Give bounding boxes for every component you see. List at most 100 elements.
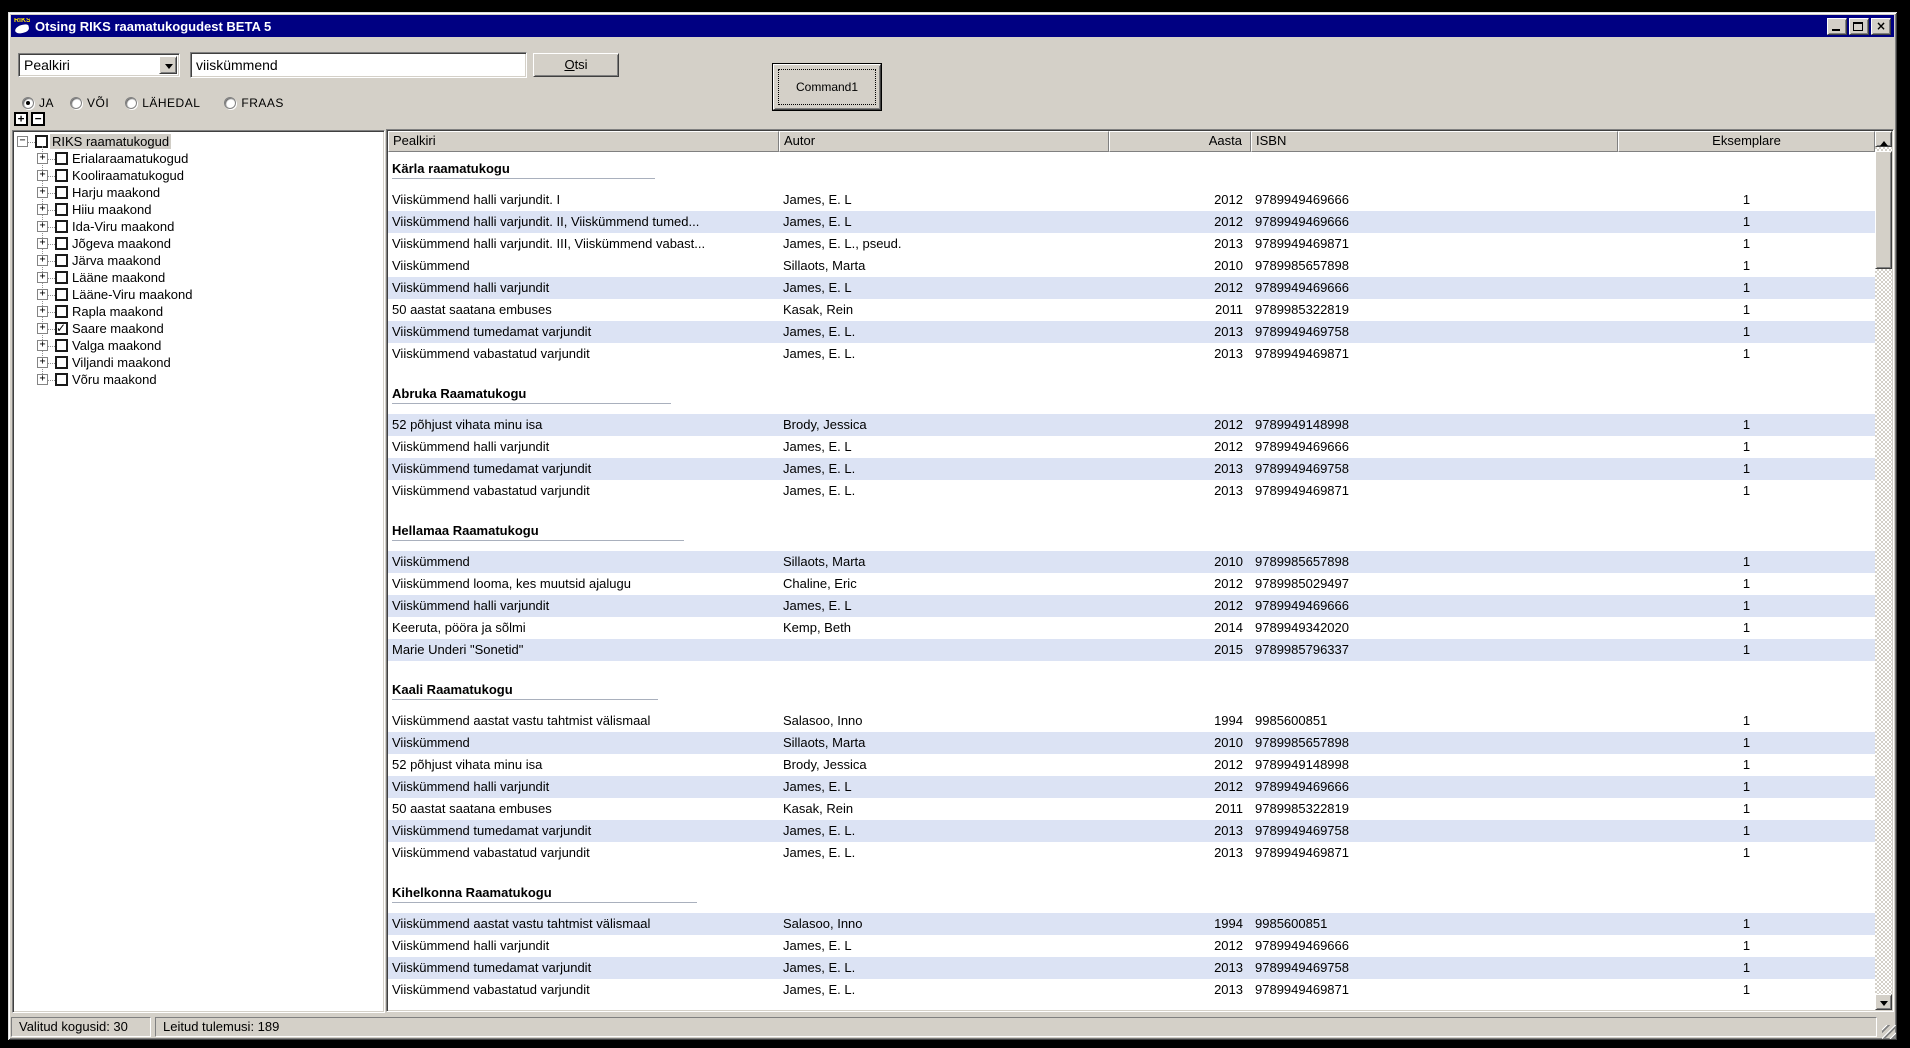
radio-fraas[interactable]: FRAAS [224, 96, 284, 110]
table-row[interactable]: Viiskümmend aastat vastu tahtmist välism… [388, 710, 1875, 732]
expand-toggle-icon[interactable]: + [37, 153, 48, 164]
tree-item-checkbox[interactable] [55, 288, 68, 301]
column-header-isbn[interactable]: ISBN [1251, 131, 1618, 152]
field-type-select[interactable]: Pealkiri [18, 53, 180, 77]
tree-item-checkbox[interactable] [55, 271, 68, 284]
table-row[interactable]: Viiskümmend tumedamat varjundit James, E… [388, 321, 1875, 343]
minimize-button[interactable] [1827, 18, 1847, 35]
column-header-pealkiri[interactable]: Pealkiri [388, 131, 779, 152]
tree-item[interactable]: + Järva maakond [17, 252, 384, 269]
tree-item[interactable]: + Ida-Viru maakond [17, 218, 384, 235]
tree-item-checkbox[interactable] [55, 356, 68, 369]
table-row[interactable]: Viiskümmend vabastatud varjundit James, … [388, 979, 1875, 1001]
tree-item[interactable]: + Jõgeva maakond [17, 235, 384, 252]
radio-lähedal[interactable]: LÄHEDAL [125, 96, 200, 110]
title-bar[interactable]: RiKS Otsing RIKS raamatukogudest BETA 5 … [11, 15, 1894, 37]
table-row[interactable]: Marie Underi "Sonetid" 2015 978998579633… [388, 639, 1875, 661]
table-row[interactable]: 52 põhjust vihata minu isa Brody, Jessic… [388, 414, 1875, 436]
table-row[interactable]: Keeruta, pööra ja sõlmi Kemp, Beth 2014 … [388, 617, 1875, 639]
search-input[interactable] [190, 52, 527, 78]
table-row[interactable]: Viiskümmend vabastatud varjundit James, … [388, 842, 1875, 864]
scroll-down-button[interactable] [1875, 994, 1892, 1010]
table-row[interactable]: Viiskümmend halli varjundit James, E. L … [388, 935, 1875, 957]
table-row[interactable]: Viiskümmend Sillaots, Marta 2010 9789985… [388, 732, 1875, 754]
table-row[interactable]: Viiskümmend vabastatud varjundit James, … [388, 480, 1875, 502]
expand-toggle-icon[interactable]: + [37, 204, 48, 215]
radio-ja[interactable]: JA [22, 96, 54, 110]
tree-item-checkbox[interactable] [55, 339, 68, 352]
expand-toggle-icon[interactable]: + [37, 255, 48, 266]
table-row[interactable]: Viiskümmend Sillaots, Marta 2010 9789985… [388, 255, 1875, 277]
table-row[interactable]: Viiskümmend halli varjundit. II, Viisküm… [388, 211, 1875, 233]
resize-grip[interactable] [1882, 1025, 1896, 1039]
tree-item-checkbox[interactable] [55, 373, 68, 386]
expand-toggle-icon[interactable]: + [37, 187, 48, 198]
tree-item[interactable]: + Võru maakond [17, 371, 384, 388]
expand-toggle-icon[interactable]: + [37, 323, 48, 334]
tree-item[interactable]: + Rapla maakond [17, 303, 384, 320]
collapse-toggle-icon[interactable]: − [17, 136, 28, 147]
table-row[interactable]: Viiskümmend halli varjundit James, E. L … [388, 595, 1875, 617]
tree-item[interactable]: + Harju maakond [17, 184, 384, 201]
expand-toggle-icon[interactable]: + [37, 170, 48, 181]
table-row[interactable]: Viiskümmend halli varjundit. I James, E.… [388, 189, 1875, 211]
radio-icon[interactable] [22, 97, 34, 109]
scrollbar-thumb[interactable] [1875, 151, 1892, 269]
expand-toggle-icon[interactable]: + [37, 272, 48, 283]
tree-item-checkbox[interactable] [55, 186, 68, 199]
expand-all-button[interactable]: + [14, 112, 28, 126]
expand-toggle-icon[interactable]: + [37, 357, 48, 368]
library-tree[interactable]: − RIKS raamatukogud + Erialaraamatukogud… [12, 130, 385, 1013]
collapse-all-button[interactable]: − [31, 112, 45, 126]
tree-item-checkbox[interactable] [55, 203, 68, 216]
tree-item[interactable]: + Lääne-Viru maakond [17, 286, 384, 303]
radio-icon[interactable] [224, 97, 236, 109]
table-row[interactable]: 52 põhjust vihata minu isa Brody, Jessic… [388, 754, 1875, 776]
table-row[interactable]: Viiskümmend tumedamat varjundit James, E… [388, 957, 1875, 979]
column-header-aasta[interactable]: Aasta [1109, 131, 1251, 152]
expand-toggle-icon[interactable]: + [37, 289, 48, 300]
table-row[interactable]: Viiskümmend looma, kes muutsid ajalugu C… [388, 573, 1875, 595]
command1-button[interactable]: Command1 [773, 64, 881, 110]
column-header-autor[interactable]: Autor [779, 131, 1109, 152]
table-row[interactable]: Viiskümmend aastat vastu tahtmist välism… [388, 913, 1875, 935]
search-button[interactable]: Otsi [533, 53, 619, 77]
table-row[interactable]: 50 aastat saatana embuses Kasak, Rein 20… [388, 798, 1875, 820]
column-header-eksemplare[interactable]: Eksemplare [1618, 131, 1875, 152]
tree-item[interactable]: + Saare maakond [17, 320, 384, 337]
table-row[interactable]: Viiskümmend halli varjundit. III, Viiskü… [388, 233, 1875, 255]
expand-toggle-icon[interactable]: + [37, 306, 48, 317]
expand-toggle-icon[interactable]: + [37, 374, 48, 385]
radio-icon[interactable] [70, 97, 82, 109]
scroll-up-button[interactable] [1875, 131, 1892, 147]
table-row[interactable]: Viiskümmend halli varjundit James, E. L … [388, 277, 1875, 299]
tree-root-item[interactable]: − RIKS raamatukogud [17, 133, 384, 150]
tree-item-checkbox[interactable] [55, 254, 68, 267]
combo-dropdown-button[interactable] [159, 56, 177, 74]
tree-item-checkbox[interactable] [55, 322, 68, 335]
radio-icon[interactable] [125, 97, 137, 109]
tree-item-checkbox[interactable] [55, 305, 68, 318]
tree-item-checkbox[interactable] [55, 220, 68, 233]
table-row[interactable]: Viiskümmend tumedamat varjundit James, E… [388, 820, 1875, 842]
tree-item[interactable]: + Hiiu maakond [17, 201, 384, 218]
tree-item[interactable]: + Erialaraamatukogud [17, 150, 384, 167]
tree-item-checkbox[interactable] [55, 169, 68, 182]
close-button[interactable]: × [1871, 18, 1891, 35]
expand-toggle-icon[interactable]: + [37, 238, 48, 249]
expand-toggle-icon[interactable]: + [37, 221, 48, 232]
tree-item[interactable]: + Viljandi maakond [17, 354, 384, 371]
table-row[interactable]: Viiskümmend Sillaots, Marta 2010 9789985… [388, 551, 1875, 573]
radio-või[interactable]: VÕI [70, 96, 109, 110]
table-row[interactable]: Viiskümmend vabastatud varjundit James, … [388, 343, 1875, 365]
maximize-button[interactable] [1849, 18, 1869, 35]
expand-toggle-icon[interactable]: + [37, 340, 48, 351]
tree-item[interactable]: + Valga maakond [17, 337, 384, 354]
table-row[interactable]: 50 aastat saatana embuses Kasak, Rein 20… [388, 299, 1875, 321]
tree-item[interactable]: + Kooliraamatukogud [17, 167, 384, 184]
table-row[interactable]: Viiskümmend halli varjundit James, E. L … [388, 436, 1875, 458]
tree-item[interactable]: + Lääne maakond [17, 269, 384, 286]
tree-item-checkbox[interactable] [55, 237, 68, 250]
vertical-scrollbar[interactable] [1875, 131, 1892, 1010]
table-row[interactable]: Viiskümmend halli varjundit James, E. L … [388, 776, 1875, 798]
